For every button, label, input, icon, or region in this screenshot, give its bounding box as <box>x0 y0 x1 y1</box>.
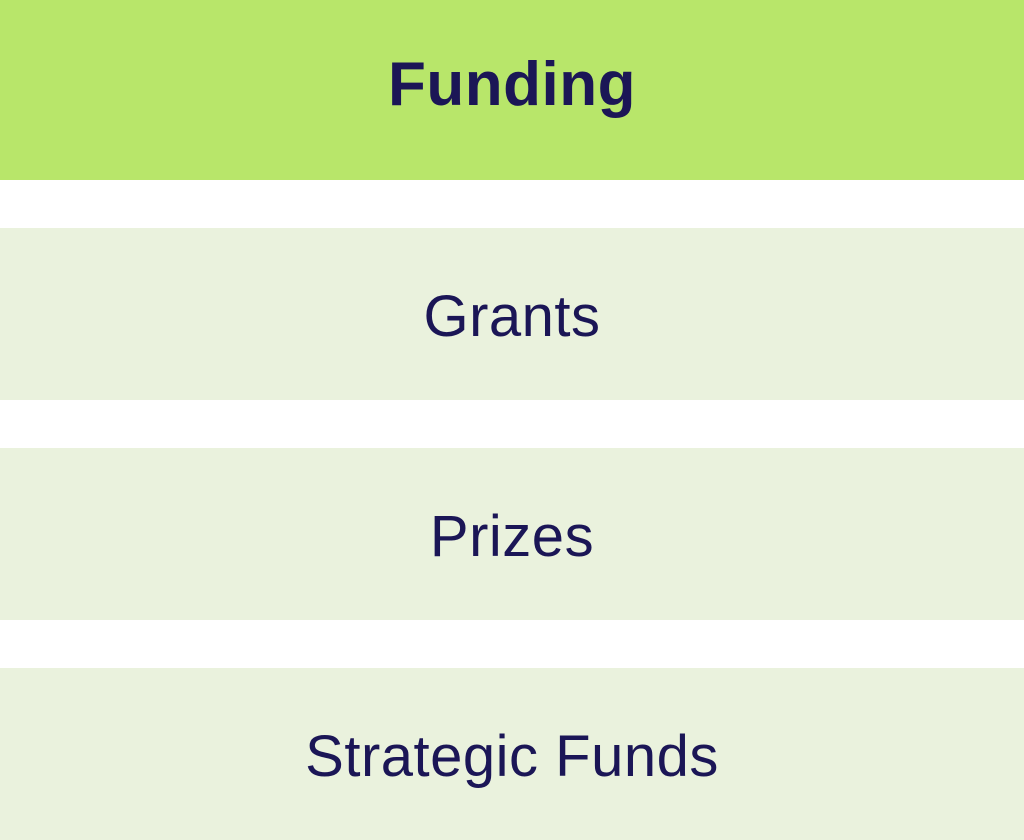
menu-item-grants[interactable]: Grants <box>0 228 1024 400</box>
menu-item-label: Grants <box>423 283 601 349</box>
menu-item-label: Prizes <box>429 503 595 569</box>
page-title: Funding <box>388 49 636 119</box>
menu-item-prizes[interactable]: Prizes <box>0 448 1024 620</box>
menu-item-label: Strategic Funds <box>305 723 719 789</box>
menu-item-strategic-funds[interactable]: Strategic Funds <box>0 668 1024 840</box>
funding-header: Funding <box>0 0 1024 180</box>
